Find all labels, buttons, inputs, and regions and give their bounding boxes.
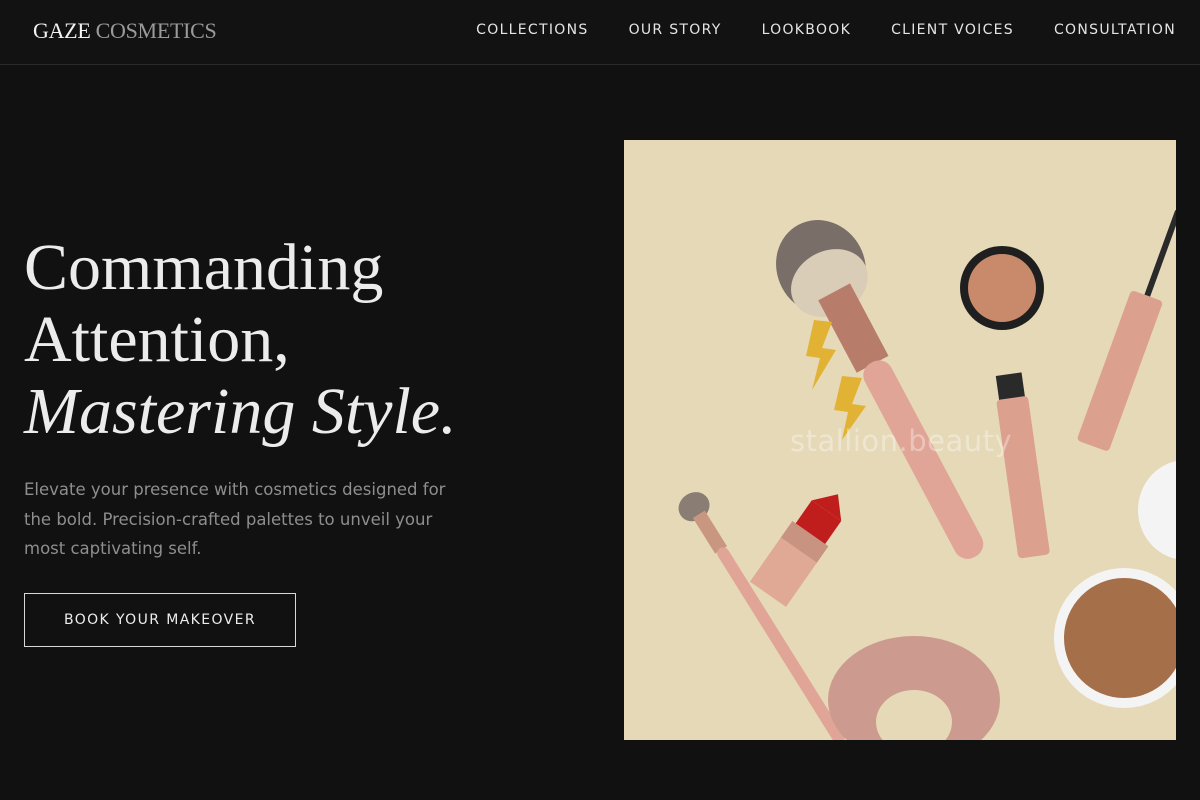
main-nav: COLLECTIONS OUR STORY LOOKBOOK CLIENT VO… xyxy=(436,20,1176,40)
image-watermark: stallion.beauty xyxy=(790,424,1013,458)
brand-name-secondary: COSMETICS xyxy=(95,18,217,43)
book-makeover-button[interactable]: BOOK YOUR MAKEOVER xyxy=(24,593,296,647)
nav-item-lookbook[interactable]: LOOKBOOK xyxy=(762,20,852,40)
hero-subtext: Elevate your presence with cosmetics des… xyxy=(24,480,446,558)
site-header: GAZE COSMETICS COLLECTIONS OUR STORY LOO… xyxy=(0,0,1200,65)
nav-item-client-voices[interactable]: CLIENT VOICES xyxy=(891,20,1014,40)
hero-headline: Commanding Attention, Mastering Style. xyxy=(24,232,584,448)
headline-line-3: Mastering Style. xyxy=(24,375,457,448)
headline-line-2: Attention, xyxy=(24,303,290,376)
nav-item-our-story[interactable]: OUR STORY xyxy=(629,20,722,40)
nav-item-collections[interactable]: COLLECTIONS xyxy=(476,20,588,40)
brand-logo[interactable]: GAZE COSMETICS xyxy=(33,18,217,44)
brand-name-primary: GAZE xyxy=(33,18,91,43)
nav-item-consultation[interactable]: CONSULTATION xyxy=(1054,20,1176,40)
blush-compact xyxy=(960,246,1044,330)
hero-product-image: stallion.beauty xyxy=(624,140,1176,740)
headline-line-1: Commanding xyxy=(24,231,384,304)
